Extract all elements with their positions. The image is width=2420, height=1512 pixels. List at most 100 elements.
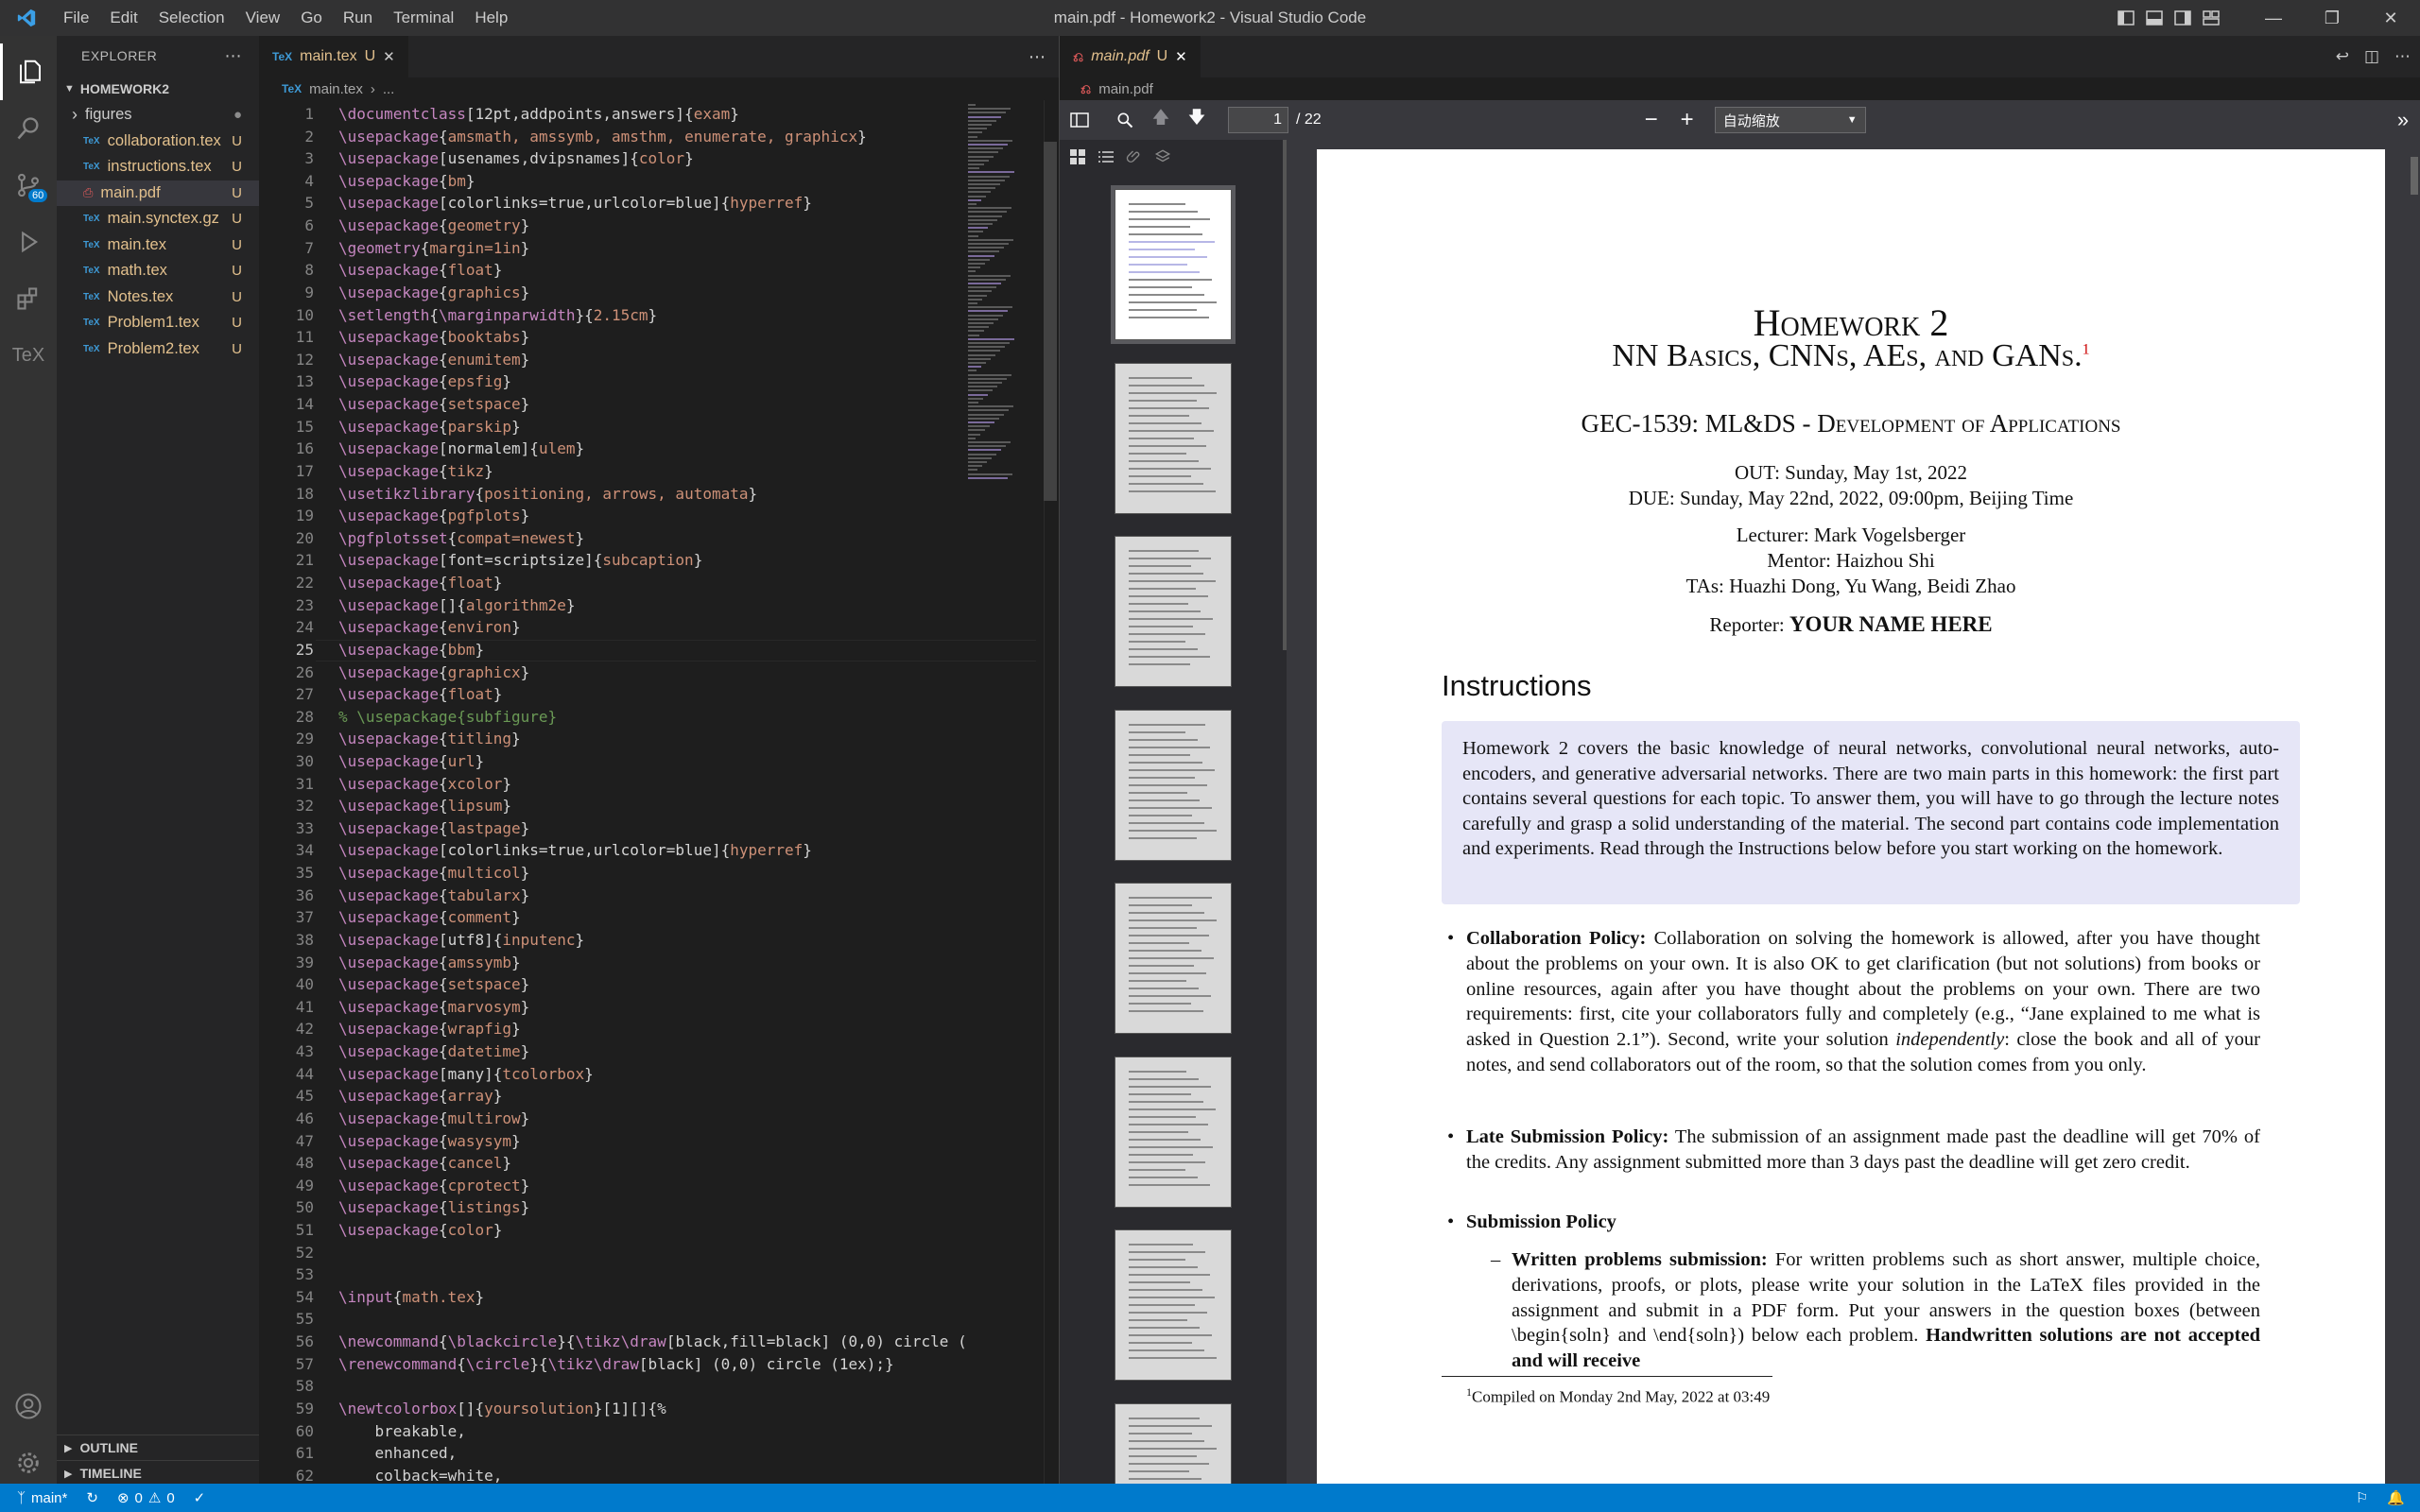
pdf-canvas[interactable]: Homework 2 NN Basics, CNNs, AEs, and GAN… [1287, 140, 2420, 1484]
code-line[interactable]: \usepackage{url} [338, 752, 1038, 770]
code-line[interactable]: \usepackage{marvosym} [338, 998, 1038, 1016]
split-editor-icon[interactable]: ◫ [2364, 47, 2379, 66]
code-line[interactable]: \usepackage{epsfig} [338, 372, 1038, 390]
menu-run[interactable]: Run [333, 0, 383, 36]
code-line[interactable]: \usepackage[many]{tcolorbox} [338, 1065, 1038, 1083]
file-item[interactable]: TeX main.tex U [57, 232, 259, 259]
page-thumbnail[interactable] [1111, 185, 1236, 344]
code-line[interactable]: \usepackage{booktabs} [338, 328, 1038, 346]
code-line[interactable]: breakable, [338, 1422, 1038, 1440]
code-line[interactable]: \usepackage{parskip} [338, 418, 1038, 436]
code-line[interactable]: \usepackage{wrapfig} [338, 1020, 1038, 1038]
problems-indicator[interactable]: ⊗ 0 ⚠ 0 [108, 1489, 184, 1507]
code-line[interactable]: \usepackage{lastpage} [338, 819, 1038, 837]
code-line[interactable]: \usepackage{cprotect} [338, 1177, 1038, 1194]
code-line[interactable]: \usepackage{tabularx} [338, 886, 1038, 904]
code-line[interactable]: \usepackage{lipsum} [338, 797, 1038, 815]
code-line[interactable]: \usepackage{bbm} [338, 641, 1038, 659]
attachments-view-icon[interactable] [1126, 148, 1143, 170]
pdf-breadcrumb-label[interactable]: main.pdf [1098, 81, 1153, 97]
notifications-bell-icon[interactable]: 🔔 [2377, 1489, 2420, 1506]
page-thumbnail[interactable] [1115, 883, 1232, 1034]
code-line[interactable]: \usepackage{multirow} [338, 1109, 1038, 1127]
code-line[interactable]: \usepackage{listings} [338, 1198, 1038, 1216]
editor-more-actions-icon[interactable]: ⋯ [1028, 36, 1046, 77]
code-line[interactable]: \usepackage{geometry} [338, 216, 1038, 234]
zoom-select[interactable]: 自动缩放 ▼ [1714, 107, 1866, 133]
code-line[interactable]: \geometry{margin=1in} [338, 239, 1038, 257]
code-line[interactable]: \usepackage{pgfplots} [338, 507, 1038, 524]
file-item[interactable]: TeX collaboration.tex U [57, 129, 259, 155]
close-icon[interactable]: ✕ [383, 48, 395, 65]
code-line[interactable]: enhanced, [338, 1444, 1038, 1462]
thumbnails-view-icon[interactable] [1069, 148, 1086, 170]
explorer-icon[interactable] [0, 43, 57, 100]
tools-menu-icon[interactable]: » [2385, 100, 2420, 140]
code-line[interactable]: \usepackage[colorlinks=true,urlcolor=blu… [338, 841, 1038, 859]
file-item[interactable]: TeX Problem1.tex U [57, 310, 259, 336]
code-line[interactable]: \usepackage{enumitem} [338, 351, 1038, 369]
search-icon[interactable] [0, 100, 57, 157]
workspace-folder[interactable]: ▼ HOMEWORK2 [57, 76, 259, 102]
toggle-primary-sidebar-icon[interactable] [2112, 0, 2140, 36]
tex-icon[interactable]: TeX [0, 327, 57, 384]
code-line[interactable]: \usepackage{environ} [338, 618, 1038, 636]
pdf-scrollbar-thumb[interactable] [2411, 157, 2418, 195]
code-line[interactable]: \usepackage{bm} [338, 172, 1038, 190]
code-line[interactable]: \usepackage{float} [338, 574, 1038, 592]
menu-help[interactable]: Help [464, 0, 518, 36]
code-line[interactable]: \usepackage{datetime} [338, 1042, 1038, 1060]
page-thumbnail[interactable] [1115, 536, 1232, 687]
code-line[interactable]: \usepackage{float} [338, 685, 1038, 703]
explorer-more-icon[interactable]: ⋯ [225, 46, 243, 66]
breadcrumb-file[interactable]: main.tex [309, 81, 363, 97]
code-line[interactable]: \usepackage{graphics} [338, 284, 1038, 301]
menu-view[interactable]: View [235, 0, 291, 36]
code-line[interactable]: \documentclass[12pt,addpoints,answers]{e… [338, 105, 1038, 123]
file-item[interactable]: TeX Notes.tex U [57, 284, 259, 311]
minimap[interactable] [966, 100, 1032, 497]
code-line[interactable]: \usepackage{color} [338, 1221, 1038, 1239]
source-control-icon[interactable]: 60 [0, 157, 57, 214]
code-line[interactable]: \newcommand{\blackcircle}{\tikz\draw[bla… [338, 1332, 1038, 1350]
code-line[interactable]: \usepackage{xcolor} [338, 775, 1038, 793]
code-line[interactable]: % \usepackage{subfigure} [338, 708, 1038, 726]
toggle-secondary-sidebar-icon[interactable] [2169, 0, 2197, 36]
menu-file[interactable]: File [53, 0, 99, 36]
more-actions-icon[interactable]: ⋯ [2394, 47, 2411, 66]
layers-view-icon[interactable] [1154, 148, 1171, 170]
code-line[interactable]: \usepackage{setspace} [338, 395, 1038, 413]
code-line[interactable]: \input{math.tex} [338, 1288, 1038, 1306]
menu-selection[interactable]: Selection [148, 0, 235, 36]
close-icon[interactable]: ✕ [1175, 48, 1187, 65]
previous-page-icon[interactable]: 🡅 [1143, 100, 1179, 140]
breadcrumb-symbol[interactable]: ... [383, 81, 395, 97]
code-line[interactable]: \usepackage[normalem]{ulem} [338, 439, 1038, 457]
menu-terminal[interactable]: Terminal [383, 0, 464, 36]
file-item[interactable]: ⎙ main.pdf U [57, 180, 259, 206]
check-icon[interactable]: ✓ [184, 1489, 216, 1506]
code-line[interactable]: \usepackage[]{algorithm2e} [338, 596, 1038, 614]
code-line[interactable]: \usepackage[font=scriptsize]{subcaption} [338, 551, 1038, 569]
code-line[interactable]: \usetikzlibrary{positioning, arrows, aut… [338, 485, 1038, 503]
close-window-button[interactable]: ✕ [2361, 0, 2420, 36]
tab-main-tex[interactable]: TeX main.tex U ✕ [259, 36, 408, 77]
code-line[interactable]: \usepackage{float} [338, 261, 1038, 279]
live-share-icon[interactable]: ⚐ [2346, 1489, 2377, 1506]
sync-icon[interactable]: ↻ [77, 1489, 108, 1506]
code-line[interactable]: \usepackage{titling} [338, 730, 1038, 747]
footnote-mark[interactable]: 1 [2083, 342, 2090, 358]
code-line[interactable]: colback=white, [338, 1467, 1038, 1484]
code-line[interactable]: \setlength{\marginparwidth}{2.15cm} [338, 306, 1038, 324]
code-line[interactable]: \newtcolorbox[]{yoursolution}[1][]{% [338, 1400, 1038, 1418]
outline-view-icon[interactable] [1098, 148, 1115, 170]
page-thumbnail[interactable] [1115, 709, 1232, 861]
code-line[interactable]: \usepackage{amssymb} [338, 954, 1038, 971]
code-line[interactable]: \usepackage[usenames,dvipsnames]{color} [338, 149, 1038, 167]
tab-main-pdf[interactable]: ⎌ main.pdf U ✕ [1060, 36, 1201, 77]
toggle-sidebar-icon[interactable] [1062, 100, 1098, 140]
editor-scrollbar-thumb[interactable] [1044, 142, 1057, 501]
pdf-scrollbar[interactable] [2408, 140, 2420, 1484]
file-item[interactable]: TeX instructions.tex U [57, 154, 259, 180]
file-item[interactable]: TeX Problem2.tex U [57, 336, 259, 363]
